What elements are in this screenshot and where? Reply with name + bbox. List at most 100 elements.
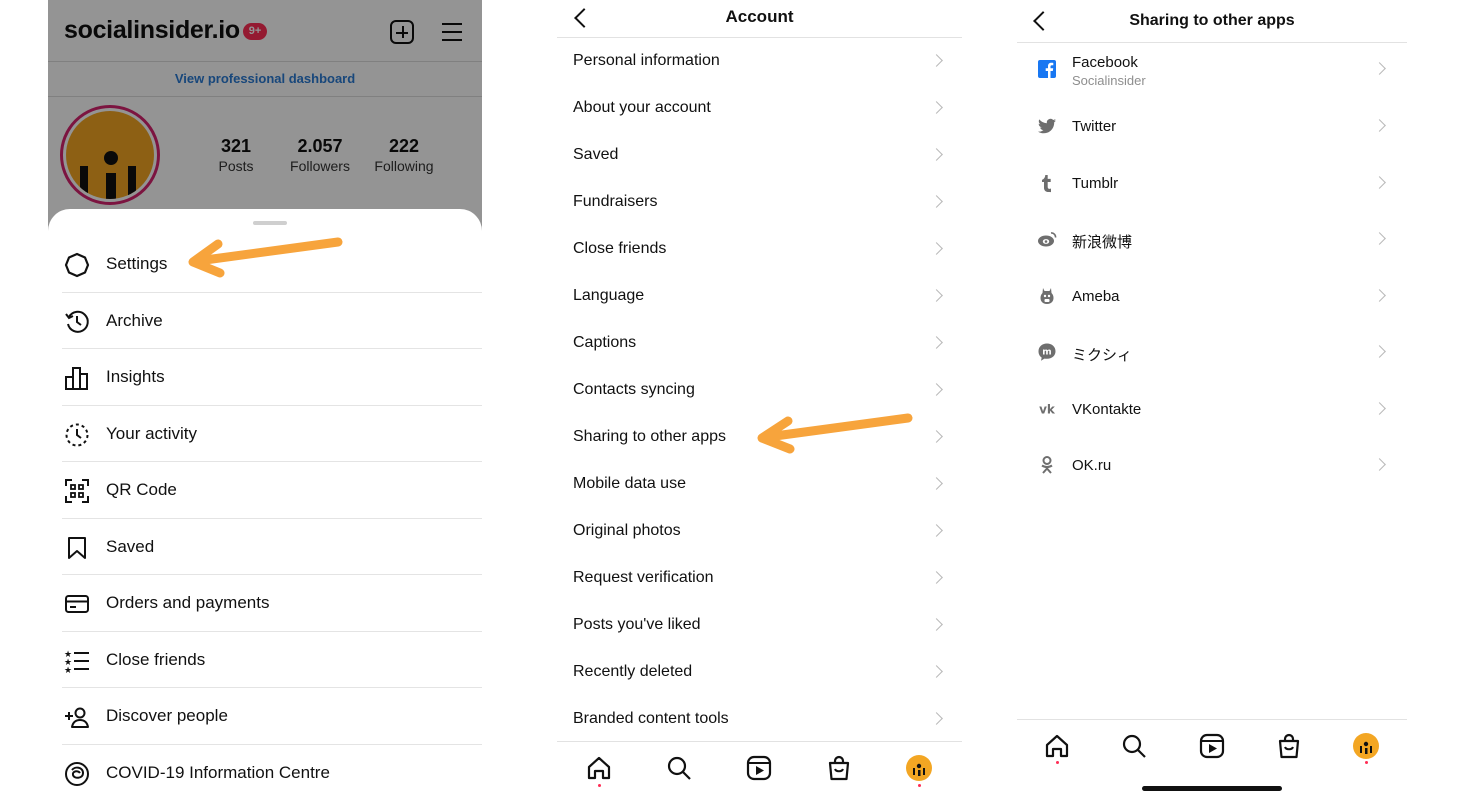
app-name: Tumblr bbox=[1072, 174, 1119, 192]
home-notification-dot bbox=[1056, 761, 1059, 764]
account-settings-item-label: Request verification bbox=[573, 568, 714, 586]
account-settings-item-label: Recently deleted bbox=[573, 662, 693, 680]
sheet-drag-handle[interactable] bbox=[253, 221, 287, 225]
chevron-right-icon bbox=[930, 429, 943, 443]
chevron-right-icon bbox=[930, 523, 943, 537]
account-settings-item[interactable]: Fundraisers bbox=[557, 179, 962, 226]
chevron-right-icon bbox=[930, 147, 943, 161]
sharing-screen: Sharing to other apps Facebook Socialins… bbox=[1017, 0, 1407, 800]
svg-text:m: m bbox=[1042, 348, 1051, 358]
account-settings-item[interactable]: Recently deleted bbox=[557, 649, 962, 696]
menu-item-label: Insights bbox=[106, 367, 165, 386]
bottom-tab-bar bbox=[1017, 719, 1407, 777]
account-settings-item-label: Sharing to other apps bbox=[573, 427, 726, 445]
account-settings-item-label: Fundraisers bbox=[573, 192, 658, 210]
reels-icon[interactable] bbox=[1198, 732, 1226, 760]
add-person-icon bbox=[65, 707, 89, 728]
account-settings-item-label: Contacts syncing bbox=[573, 380, 695, 398]
account-settings-item-label: About your account bbox=[573, 98, 711, 116]
chevron-right-icon bbox=[930, 664, 943, 678]
settings-icon bbox=[64, 252, 90, 278]
account-settings-item[interactable]: Request verification bbox=[557, 555, 962, 602]
shop-icon[interactable] bbox=[1275, 732, 1303, 760]
app-name: Facebook bbox=[1072, 54, 1138, 71]
menu-item-label: Archive bbox=[106, 310, 163, 330]
chevron-right-icon bbox=[1373, 232, 1386, 245]
account-header: Account bbox=[557, 0, 962, 38]
chevron-right-icon bbox=[930, 241, 943, 255]
menu-item-your-activity[interactable]: Your activity bbox=[62, 406, 482, 462]
ok-icon bbox=[1041, 456, 1053, 474]
menu-item-label: Saved bbox=[106, 536, 155, 556]
account-settings-item[interactable]: Contacts syncing bbox=[557, 367, 962, 414]
menu-item-insights[interactable]: Insights bbox=[62, 349, 482, 406]
account-settings-item[interactable]: Posts you've liked bbox=[557, 602, 962, 649]
bottom-tab-bar bbox=[557, 741, 962, 799]
account-settings-item[interactable]: Personal information bbox=[557, 38, 962, 85]
card-icon bbox=[65, 595, 89, 613]
menu-item-close-friends[interactable]: ★ ★ ★ Close friends bbox=[62, 632, 482, 688]
menu-item-saved[interactable]: Saved bbox=[62, 519, 482, 575]
account-settings-item[interactable]: Mobile data use bbox=[557, 461, 962, 508]
twitter-icon bbox=[1038, 118, 1056, 134]
app-row-tumblr[interactable]: Tumblr bbox=[1017, 156, 1407, 213]
chevron-right-icon bbox=[930, 100, 943, 114]
page-title: Sharing to other apps bbox=[1129, 12, 1295, 29]
search-icon[interactable] bbox=[665, 754, 693, 782]
app-row-facebook[interactable]: Facebook Socialinsider bbox=[1017, 42, 1407, 99]
app-name: VKontakte bbox=[1072, 400, 1142, 418]
app-row-ameba[interactable]: Ameba bbox=[1017, 269, 1407, 326]
app-row-ok-ru[interactable]: OK.ru bbox=[1017, 438, 1407, 495]
menu-item-label: Your activity bbox=[106, 423, 198, 443]
account-settings-item[interactable]: Language bbox=[557, 273, 962, 320]
home-icon[interactable] bbox=[1043, 732, 1071, 760]
close-friends-icon: ★ ★ ★ bbox=[64, 650, 89, 674]
account-settings-item[interactable]: Close friends bbox=[557, 226, 962, 273]
account-settings-item-label: Original photos bbox=[573, 521, 681, 539]
account-settings-item[interactable]: About your account bbox=[557, 85, 962, 132]
chevron-right-icon bbox=[930, 617, 943, 631]
sharing-header: Sharing to other apps bbox=[1017, 0, 1407, 43]
profile-avatar-icon[interactable] bbox=[905, 754, 933, 782]
home-notification-dot bbox=[598, 784, 601, 787]
menu-item-discover-people[interactable]: Discover people bbox=[62, 688, 482, 745]
menu-item-orders-payments[interactable]: Orders and payments bbox=[62, 575, 482, 632]
menu-item-label: COVID-19 Information Centre bbox=[106, 762, 330, 782]
menu-item-settings[interactable]: Settings bbox=[62, 236, 482, 293]
profile-avatar-icon[interactable] bbox=[1352, 732, 1380, 760]
account-settings-item[interactable]: Saved bbox=[557, 132, 962, 179]
chevron-right-icon bbox=[1373, 119, 1386, 132]
app-row-weibo[interactable]: 新浪微博 bbox=[1017, 212, 1407, 269]
linked-account: Socialinsider bbox=[1072, 73, 1146, 88]
account-settings-item[interactable]: Original photos bbox=[557, 508, 962, 555]
menu-item-archive[interactable]: Archive bbox=[62, 293, 482, 349]
vk-icon: vk bbox=[1039, 402, 1056, 416]
app-row-twitter[interactable]: Twitter bbox=[1017, 99, 1407, 156]
facebook-icon bbox=[1038, 60, 1056, 78]
app-row-vkontakte[interactable]: vk VKontakte bbox=[1017, 382, 1407, 439]
account-settings-item[interactable]: Sharing to other apps bbox=[557, 414, 962, 461]
shop-icon[interactable] bbox=[825, 754, 853, 782]
reels-icon[interactable] bbox=[745, 754, 773, 782]
modal-dim-overlay[interactable] bbox=[48, 0, 482, 240]
search-icon[interactable] bbox=[1120, 732, 1148, 760]
app-name: Ameba bbox=[1072, 287, 1120, 305]
app-name: 新浪微博 bbox=[1072, 234, 1133, 251]
menu-item-covid-centre[interactable]: COVID-19 Information Centre bbox=[62, 745, 482, 800]
account-settings-item-label: Close friends bbox=[573, 239, 667, 257]
chevron-right-icon bbox=[1373, 288, 1386, 302]
chevron-right-icon bbox=[930, 711, 943, 725]
profile-screen: socialinsider.io 9+ View professional da… bbox=[48, 0, 482, 800]
home-icon[interactable] bbox=[585, 754, 613, 782]
home-indicator[interactable] bbox=[1142, 786, 1282, 791]
chevron-right-icon bbox=[930, 194, 943, 208]
app-row-mixi[interactable]: m ミクシィ bbox=[1017, 325, 1407, 382]
account-settings-item[interactable]: Captions bbox=[557, 320, 962, 367]
menu-item-qr-code[interactable]: QR Code bbox=[62, 462, 482, 519]
menu-item-label: Discover people bbox=[106, 706, 228, 725]
mixi-icon: m bbox=[1038, 343, 1056, 361]
app-name: OK.ru bbox=[1072, 457, 1112, 474]
tumblr-icon bbox=[1042, 174, 1051, 192]
account-settings-item[interactable]: Branded content tools bbox=[557, 696, 962, 743]
ameba-icon bbox=[1040, 287, 1054, 304]
